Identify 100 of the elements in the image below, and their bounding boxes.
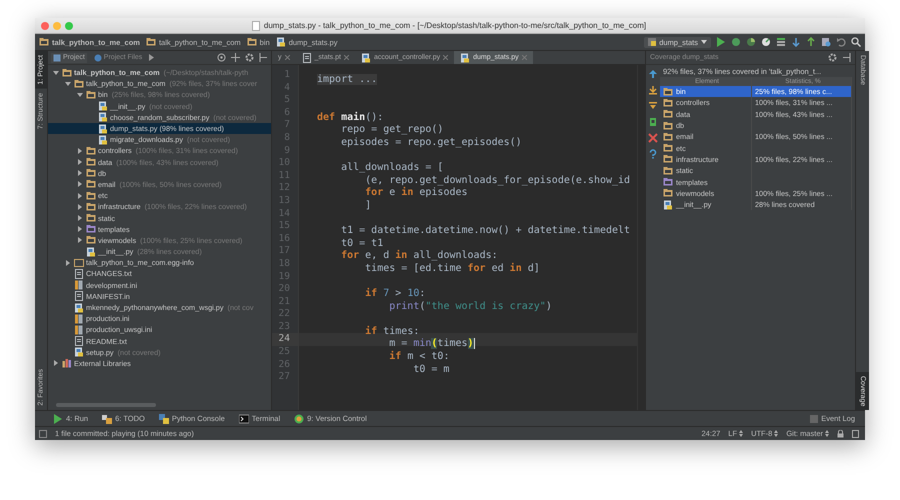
code-line: print("the world is crazy") — [388, 300, 552, 314]
folder-icon — [663, 188, 673, 198]
code-line: def main(): — [317, 112, 384, 124]
close-icon[interactable] — [284, 55, 290, 60]
folder-icon — [663, 154, 673, 164]
folder-icon — [663, 98, 673, 108]
expand-arrow-icon[interactable] — [76, 148, 84, 154]
folder-icon — [86, 235, 96, 246]
lock-icon[interactable] — [837, 430, 844, 438]
expand-arrow-icon[interactable] — [52, 360, 60, 366]
python-console-icon — [158, 414, 169, 424]
code-line: t0 = m — [412, 364, 450, 376]
python-file-icon — [74, 302, 84, 313]
expand-arrow-icon[interactable] — [64, 260, 72, 266]
expand-arrow-icon[interactable] — [76, 192, 84, 199]
close-icon[interactable] — [443, 55, 448, 60]
document-icon — [252, 20, 260, 30]
terminal-icon — [238, 414, 249, 424]
up-down-arrows-icon — [825, 430, 829, 437]
code-line: repo = get_repo() — [340, 124, 444, 137]
folder-icon — [74, 258, 84, 268]
folder-icon — [62, 68, 72, 78]
folder-icon — [246, 37, 257, 47]
folder-icon — [663, 132, 673, 142]
line-number: 24 — [272, 333, 298, 346]
code-line: episodes = repo.get_episodes() — [340, 136, 522, 150]
folder-icon — [74, 78, 84, 89]
up-down-arrows-icon — [739, 430, 744, 437]
folder-icon — [39, 37, 49, 47]
chevron-icon[interactable] — [149, 54, 154, 61]
vcs-commit-icon[interactable] — [806, 37, 816, 47]
python-file-icon — [648, 38, 656, 46]
folder-icon — [663, 109, 673, 120]
code-line: (e, repo.get_downloads_for_episode(e.show_id — [364, 174, 630, 186]
version-control-icon — [294, 414, 304, 424]
python-file-icon — [276, 37, 286, 47]
up-arrow-icon[interactable] — [648, 69, 658, 79]
download-icon[interactable] — [648, 85, 658, 95]
close-icon[interactable] — [648, 133, 658, 143]
expand-arrow-icon[interactable] — [76, 226, 84, 232]
text-caret — [474, 338, 475, 350]
python-file-icon — [86, 246, 96, 257]
code-line: times = [ed.time for ed in d] — [364, 262, 540, 276]
list-icon[interactable] — [776, 37, 786, 47]
text-file-icon — [74, 336, 84, 346]
folder-icon — [663, 120, 673, 131]
code-line: t0 = t1 — [340, 238, 384, 250]
code-line: all_downloads = [ — [340, 162, 444, 175]
up-down-arrows-icon — [774, 430, 778, 437]
code-line: if m < t0: — [388, 351, 450, 364]
folder-icon — [663, 86, 673, 97]
caret-icon — [701, 40, 707, 44]
config-file-icon — [74, 314, 84, 324]
vcs-update-icon[interactable] — [791, 37, 801, 47]
run-icon[interactable] — [716, 37, 726, 47]
settings-icon[interactable] — [245, 53, 254, 62]
target-icon[interactable] — [217, 53, 226, 62]
window-icon — [53, 54, 61, 62]
expand-arrow-icon[interactable] — [64, 80, 72, 87]
python-file-icon — [98, 124, 108, 134]
text-file-icon — [74, 291, 84, 302]
code-line: if 7 > 10: — [364, 288, 426, 301]
folder-icon — [146, 37, 156, 47]
hide-icon[interactable] — [259, 53, 268, 62]
expand-arrow-icon[interactable] — [76, 215, 84, 222]
text-file-icon — [302, 52, 312, 62]
python-file-icon — [360, 52, 371, 62]
python-file-icon — [98, 134, 108, 145]
gauge-icon[interactable] — [761, 37, 771, 47]
globe-icon — [94, 54, 102, 62]
run-icon — [53, 414, 63, 424]
folder-icon — [86, 90, 96, 100]
help-icon[interactable] — [648, 149, 658, 159]
config-file-icon — [74, 280, 84, 290]
folder-icon — [663, 143, 673, 154]
close-icon[interactable] — [344, 55, 349, 60]
settings-icon[interactable] — [828, 53, 837, 62]
code-line: t1 = datetime.datetime.now() + datetime.timedelt — [340, 225, 630, 238]
code-line: ] — [364, 200, 372, 213]
expand-arrow-icon[interactable] — [76, 170, 84, 176]
window-title: dump_stats.py - talk_python_to_me_com - [~/Desktop/stash/talk-python-to-me/src/talk_python_to_me_com] — [264, 21, 646, 30]
hide-icon[interactable] — [842, 53, 851, 62]
expand-arrow-icon[interactable] — [76, 237, 84, 244]
folder-icon — [86, 157, 96, 168]
python-file-icon — [663, 200, 673, 210]
python-file-icon — [98, 101, 108, 112]
config-file-icon — [74, 324, 84, 335]
filter-icon[interactable] — [648, 101, 658, 111]
expand-arrow-icon[interactable] — [76, 181, 84, 188]
expand-arrow-icon[interactable] — [76, 159, 84, 166]
expand-arrow-icon[interactable] — [52, 70, 60, 76]
expand-arrow-icon[interactable] — [76, 204, 84, 210]
expand-arrow-icon[interactable] — [76, 92, 84, 98]
search-icon[interactable] — [851, 37, 861, 47]
folder-icon — [86, 179, 96, 190]
code-line: for e in episodes — [364, 187, 468, 200]
undo-icon[interactable] — [836, 37, 846, 47]
python-file-icon — [460, 52, 470, 62]
folder-icon — [86, 168, 96, 178]
coverage-run-icon[interactable] — [746, 37, 756, 47]
